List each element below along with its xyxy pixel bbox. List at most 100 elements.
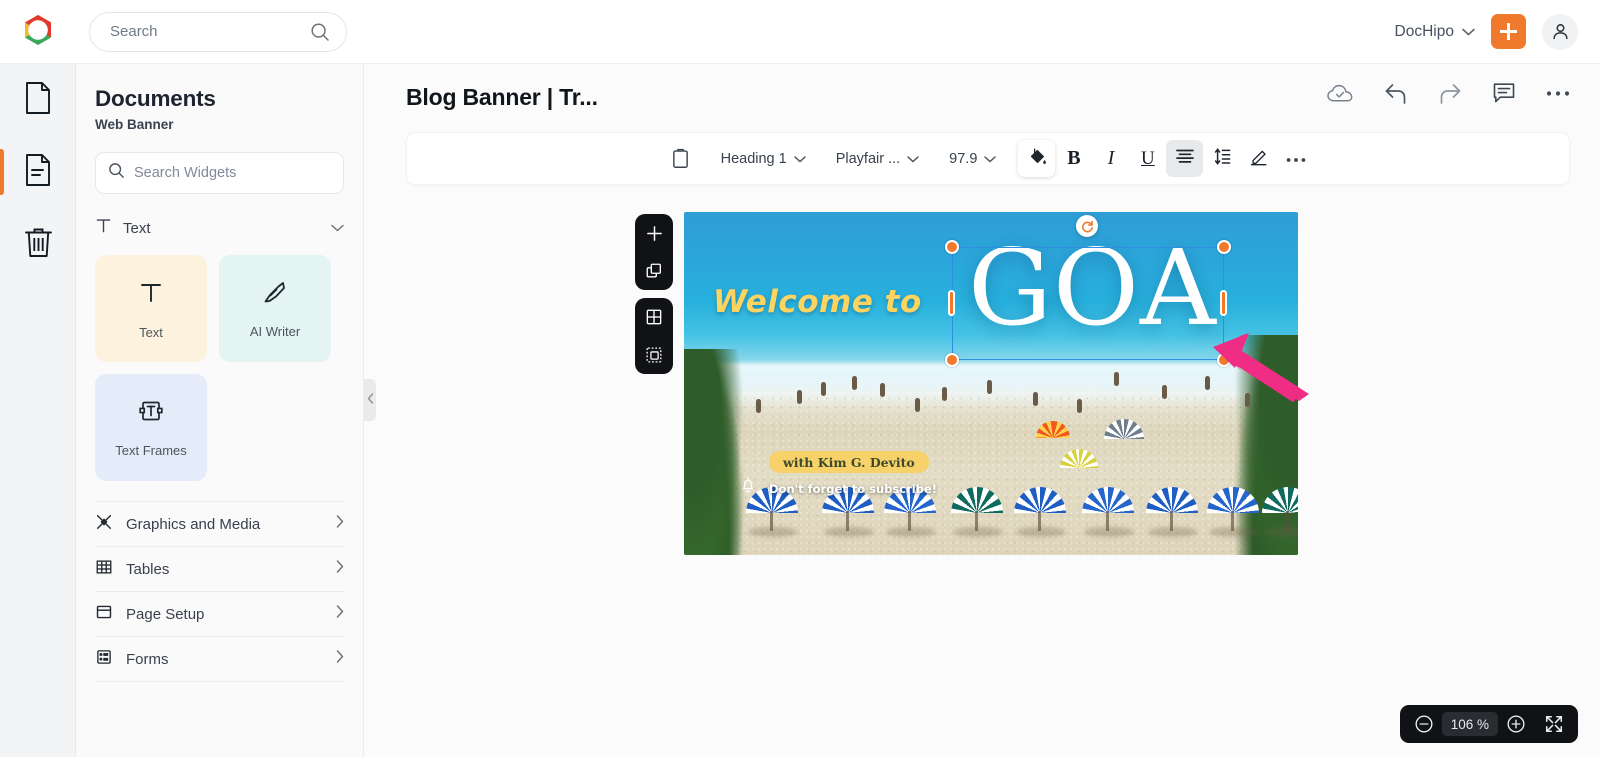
banner-byline-text: with Kim G. Devito (783, 454, 915, 470)
file-lines-icon (23, 153, 53, 192)
banner-subscribe-text[interactable]: Don't forget to subscribe! (769, 482, 937, 496)
chevron-down-icon (331, 219, 344, 237)
global-search[interactable] (89, 11, 347, 52)
icon-rail (0, 64, 76, 757)
font-size-dropdown[interactable]: 97.9 (941, 140, 1004, 177)
chevron-down-icon (1462, 23, 1475, 41)
banner-design[interactable]: Welcome to GOA with Kim G. Devito Don't … (684, 212, 1298, 555)
add-page-button[interactable] (635, 214, 673, 252)
widget-panel: Documents Web Banner Text (76, 64, 364, 757)
format-toolbar: Heading 1 Playfair ... 97.9 B I U (406, 132, 1570, 185)
selection-handle-top-left[interactable] (945, 240, 959, 254)
bold-button[interactable]: B (1055, 140, 1092, 177)
paragraph-style-dropdown[interactable]: Heading 1 (713, 140, 814, 177)
topbar-right: DocHipo (1395, 13, 1600, 50)
paint-bucket-icon (1027, 146, 1047, 171)
align-center-icon (1175, 148, 1195, 169)
line-height-icon (1212, 147, 1232, 171)
tile-label: Text Frames (115, 443, 187, 458)
page-tools-view-group (635, 298, 673, 374)
font-size-value: 97.9 (949, 150, 978, 167)
forms-icon (95, 648, 113, 671)
select-area-button[interactable] (635, 336, 673, 374)
plus-icon[interactable] (1491, 14, 1526, 49)
widget-tile-text-frames[interactable]: Text Frames (95, 374, 207, 481)
rail-item-pages[interactable] (0, 136, 76, 208)
selection-handle-left[interactable] (948, 290, 955, 316)
bold-label: B (1067, 147, 1081, 169)
italic-button[interactable]: I (1092, 140, 1129, 177)
selection-handle-bottom-right[interactable] (1217, 353, 1231, 367)
text-t-icon (136, 277, 166, 312)
document-title[interactable]: Blog Banner | Tr... (406, 84, 598, 111)
menu-item-tables[interactable]: Tables (95, 546, 344, 591)
chevron-right-icon (336, 560, 344, 578)
clipboard-icon[interactable] (662, 140, 699, 177)
ellipsis-icon (1286, 150, 1306, 168)
rail-item-documents[interactable] (0, 64, 76, 136)
menu-item-forms[interactable]: Forms (95, 636, 344, 681)
font-family-dropdown[interactable]: Playfair ... (828, 140, 927, 177)
search-icon (108, 162, 125, 184)
font-family-value: Playfair ... (835, 150, 901, 167)
plus-circle-icon[interactable] (1503, 711, 1529, 737)
panel-menu: Graphics and Media Tables Page Setup For… (76, 501, 363, 726)
selection-handle-top-right[interactable] (1217, 240, 1231, 254)
document-actions (1327, 82, 1570, 105)
ellipsis-icon[interactable] (1546, 90, 1570, 97)
align-button[interactable] (1166, 140, 1204, 177)
grid-view-button[interactable] (635, 298, 673, 336)
menu-item-label: Forms (126, 650, 169, 668)
beach-umbrellas (684, 419, 1298, 537)
line-height-button[interactable] (1203, 140, 1240, 177)
highlight-button[interactable] (1240, 140, 1277, 177)
rail-item-trash[interactable] (0, 208, 76, 280)
widget-tile-ai-writer[interactable]: AI Writer (219, 255, 331, 362)
chevron-right-icon (336, 605, 344, 623)
widget-search[interactable] (95, 152, 344, 194)
widget-tile-text[interactable]: Text (95, 255, 207, 362)
expand-arrows-icon[interactable] (1541, 711, 1567, 737)
user-avatar-icon[interactable] (1542, 13, 1578, 50)
paragraph-style-value: Heading 1 (720, 150, 787, 167)
text-frame-icon (136, 397, 166, 430)
page-setup-icon (95, 603, 113, 626)
selection-handle-right[interactable] (1220, 290, 1227, 316)
undo-arrow-icon[interactable] (1384, 83, 1408, 105)
create-new-button[interactable] (1491, 14, 1526, 49)
menu-item-partial[interactable] (95, 681, 344, 726)
comment-icon[interactable] (1492, 82, 1516, 105)
dochipo-logo-icon[interactable] (17, 11, 59, 53)
marker-pen-icon (1249, 146, 1269, 171)
redo-arrow-icon[interactable] (1438, 83, 1462, 105)
page-tools-add-group (635, 214, 673, 290)
search-widgets-input[interactable] (134, 165, 331, 181)
canvas[interactable]: Welcome to GOA with Kim G. Devito Don't … (684, 212, 1309, 555)
workspace-selector[interactable]: DocHipo (1395, 23, 1475, 41)
menu-item-graphics-and-media[interactable]: Graphics and Media (95, 501, 344, 546)
duplicate-page-button[interactable] (635, 252, 673, 290)
chevron-left-icon (367, 391, 374, 409)
file-blank-icon (23, 81, 53, 120)
zoom-level-value[interactable]: 106 % (1441, 712, 1498, 736)
banner-byline-badge[interactable]: with Kim G. Devito (769, 451, 929, 473)
banner-headline-main[interactable]: GOA (968, 236, 1217, 341)
graphics-media-icon (95, 513, 113, 536)
menu-item-page-setup[interactable]: Page Setup (95, 591, 344, 636)
banner-headline-prefix[interactable]: Welcome to (713, 284, 922, 320)
fill-color-button[interactable] (1018, 140, 1056, 177)
minus-circle-icon[interactable] (1411, 711, 1437, 737)
underline-button[interactable]: U (1129, 140, 1166, 177)
section-header-text[interactable]: Text (95, 213, 344, 243)
chevron-down-icon (984, 150, 997, 168)
panel-subtitle: Web Banner (95, 117, 174, 132)
more-format-options[interactable] (1277, 140, 1314, 177)
rotate-handle[interactable] (1076, 215, 1098, 237)
table-grid-icon (95, 558, 113, 581)
cloud-check-icon[interactable] (1327, 84, 1354, 104)
search-input[interactable] (110, 23, 310, 40)
selection-handle-bottom-left[interactable] (945, 353, 959, 367)
bell-icon (740, 477, 756, 499)
italic-label: I (1107, 147, 1115, 169)
panel-collapse-handle[interactable] (364, 379, 376, 421)
